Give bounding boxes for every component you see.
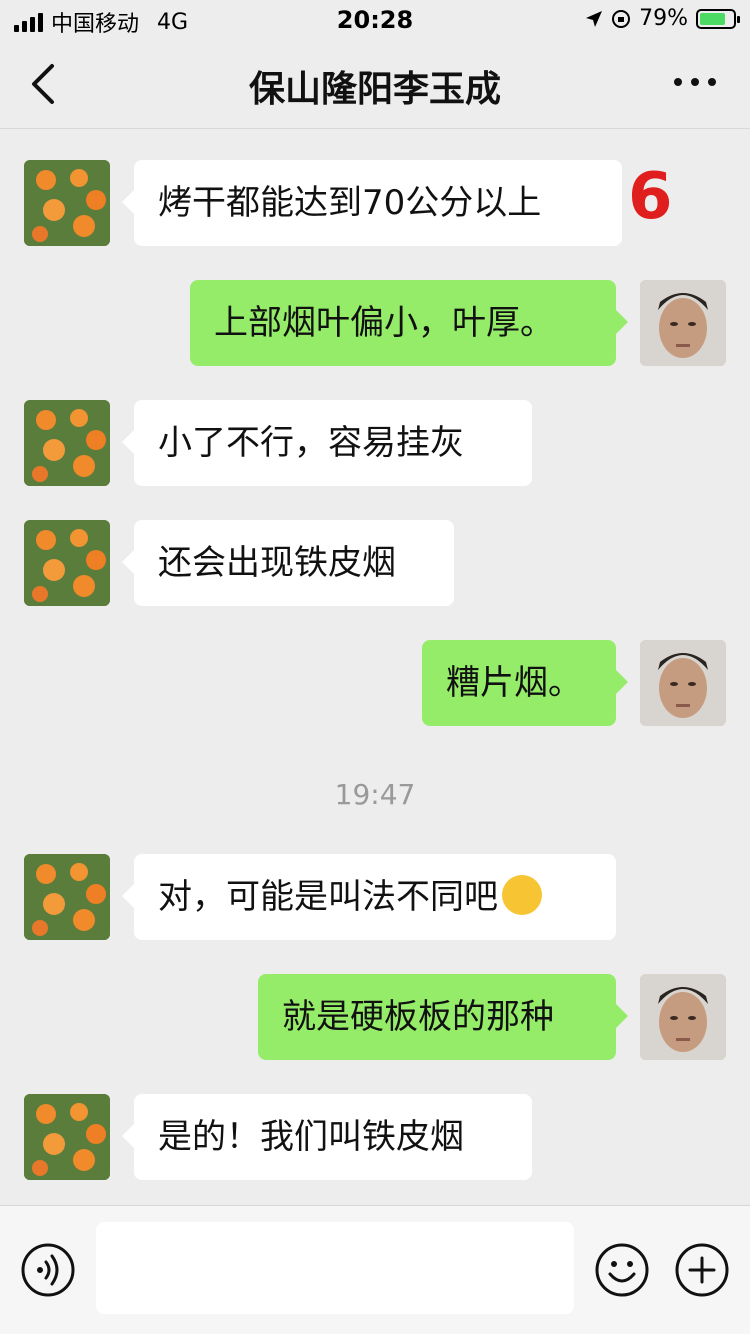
more-functions-button[interactable] (674, 1242, 730, 1298)
status-right: 79% (585, 6, 740, 31)
message-text: 对，可能是叫法不同吧 (158, 877, 498, 917)
contact-avatar[interactable] (24, 854, 110, 940)
voice-button[interactable] (20, 1242, 76, 1298)
chat-title: 保山隆阳李玉成 (248, 69, 501, 110)
emoji-button[interactable] (594, 1242, 650, 1298)
message-bubble[interactable]: 糟片烟。 (422, 640, 628, 726)
thinking-emoji-icon (502, 874, 542, 915)
message-bubble[interactable]: 对，可能是叫法不同吧 (122, 854, 616, 940)
contact-avatar[interactable] (24, 400, 110, 486)
plus-icon (675, 1243, 729, 1297)
more-dot-icon (691, 78, 699, 86)
rotation-lock-icon (612, 9, 631, 28)
more-dot-icon (674, 78, 682, 86)
message-bubble[interactable]: 是的！我们叫铁皮烟 (122, 1094, 532, 1180)
annotation-number: 6 (628, 160, 673, 234)
self-avatar[interactable] (640, 974, 726, 1060)
more-dot-icon (708, 78, 716, 86)
message-bubble[interactable]: 上部烟叶偏小，叶厚。 (190, 280, 628, 366)
status-bar: 中国移动 4G 20:28 79% (0, 0, 750, 40)
battery-icon (696, 8, 740, 29)
input-bar (0, 1205, 750, 1334)
battery-fill (700, 12, 726, 25)
self-avatar[interactable] (640, 280, 726, 366)
contact-avatar[interactable] (24, 160, 110, 246)
self-avatar[interactable] (640, 640, 726, 726)
message-bubble[interactable]: 小了不行，容易挂灰 (122, 400, 532, 486)
message-input[interactable] (96, 1222, 574, 1314)
battery-percent: 79% (639, 6, 688, 31)
location-icon (586, 10, 603, 27)
contact-avatar[interactable] (24, 1094, 110, 1180)
message-bubble[interactable]: 就是硬板板的那种 (258, 974, 628, 1060)
message-bubble[interactable]: 烤干都能达到70公分以上 (122, 160, 622, 246)
contact-avatar[interactable] (24, 520, 110, 606)
voice-icon (21, 1243, 75, 1297)
more-options-button[interactable] (674, 78, 716, 86)
message-bubble[interactable]: 还会出现铁皮烟 (122, 520, 454, 606)
message-timestamp: 19:47 (334, 778, 416, 811)
nav-bar: 保山隆阳李玉成 (0, 40, 750, 129)
smiley-icon (595, 1243, 649, 1297)
